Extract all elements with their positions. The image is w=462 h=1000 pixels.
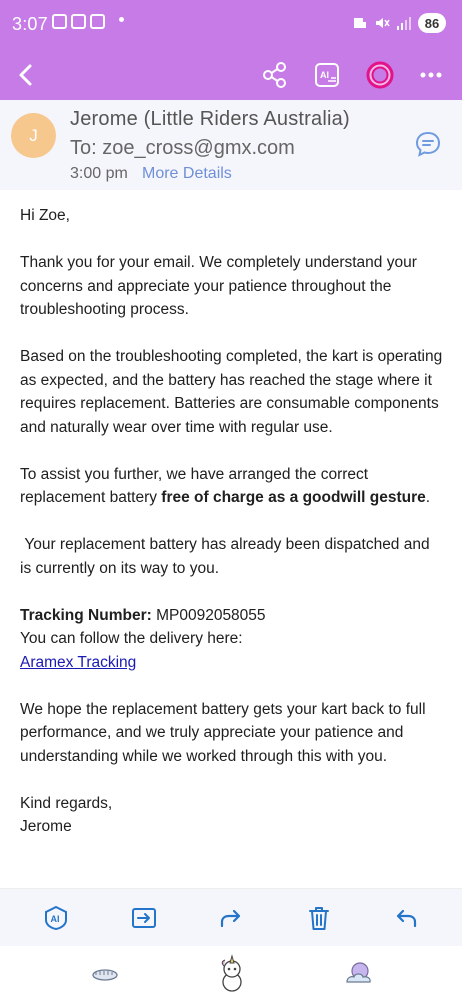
cloud-moon-icon[interactable] — [341, 956, 377, 992]
follow-text: You can follow the delivery here: — [20, 630, 243, 647]
avatar[interactable]: J — [11, 113, 56, 158]
chat-bubble-icon[interactable] — [414, 130, 442, 158]
email-header: J Jerome (Little Riders Australia) To: z… — [0, 100, 462, 190]
delete-icon[interactable] — [304, 903, 334, 933]
tracking-label: Tracking Number: — [20, 606, 152, 624]
bottom-nav — [0, 946, 462, 1000]
battery-indicator: 86 — [418, 13, 446, 33]
notification-icon — [71, 14, 86, 29]
mute-icon — [376, 18, 390, 28]
shell-icon[interactable] — [87, 956, 123, 992]
svg-text:AI: AI — [51, 914, 60, 924]
tracking-link[interactable]: Aramex Tracking — [20, 654, 136, 671]
svg-text:AI: AI — [320, 70, 329, 80]
tracking-block: Tracking Number: MP0092058055 You can fo… — [20, 604, 444, 675]
signature: Jerome — [20, 818, 72, 835]
paragraph-text: . — [425, 489, 431, 506]
ai-assist-icon[interactable]: AI — [41, 903, 71, 933]
sign-off: Kind regards, — [20, 794, 113, 812]
top-bar: 3:07 86 AI — [0, 0, 462, 100]
reply-icon[interactable] — [391, 903, 421, 933]
ring-icon[interactable] — [363, 58, 397, 92]
bold-text: free of charge as a goodwill gesture — [161, 489, 426, 506]
email-content: Hi Zoe, Thank you for your email. We com… — [20, 204, 444, 862]
status-bar: 3:07 86 — [0, 0, 462, 50]
paragraph: We hope the replacement battery gets you… — [20, 700, 426, 765]
tracking-number: MP0092058055 — [151, 606, 266, 624]
paragraph: Your replacement battery has already bee… — [20, 536, 434, 577]
sender-name: Jerome (Little Riders Australia) — [70, 108, 350, 130]
paragraph: Thank you for your email. We completely … — [20, 254, 417, 318]
paragraph: Based on the troubleshooting completed, … — [20, 348, 443, 436]
app-bar: AI — [0, 50, 462, 100]
sent-time: 3:00 pm — [70, 165, 128, 182]
paragraph: To assist you further, we have arranged … — [20, 463, 444, 510]
notification-icon — [90, 14, 105, 29]
email-body: Hi Zoe, Thank you for your email. We com… — [10, 190, 454, 888]
move-icon[interactable] — [129, 903, 159, 933]
share-icon[interactable] — [258, 58, 292, 92]
signature-block: Kind regards, Jerome — [20, 792, 444, 839]
status-time: 3:07 — [12, 14, 48, 34]
ai-summary-icon[interactable]: AI — [310, 58, 344, 92]
unicorn-icon[interactable] — [214, 954, 250, 992]
notification-icon — [52, 14, 67, 29]
forward-icon[interactable] — [216, 903, 246, 933]
bottom-toolbar: AI — [0, 888, 462, 946]
greeting: Hi Zoe, — [20, 207, 70, 224]
chevron-left-icon[interactable] — [10, 58, 44, 92]
notification-dot-icon — [119, 17, 124, 22]
signal-icon — [397, 17, 411, 30]
recipient: To: zoe_cross@gmx.com — [70, 137, 295, 159]
more-details-link[interactable]: More Details — [142, 165, 232, 183]
hotspot-icon — [354, 18, 366, 28]
more-icon[interactable] — [414, 58, 448, 92]
status-right: 86 — [352, 13, 446, 33]
notification-icons — [52, 14, 105, 29]
